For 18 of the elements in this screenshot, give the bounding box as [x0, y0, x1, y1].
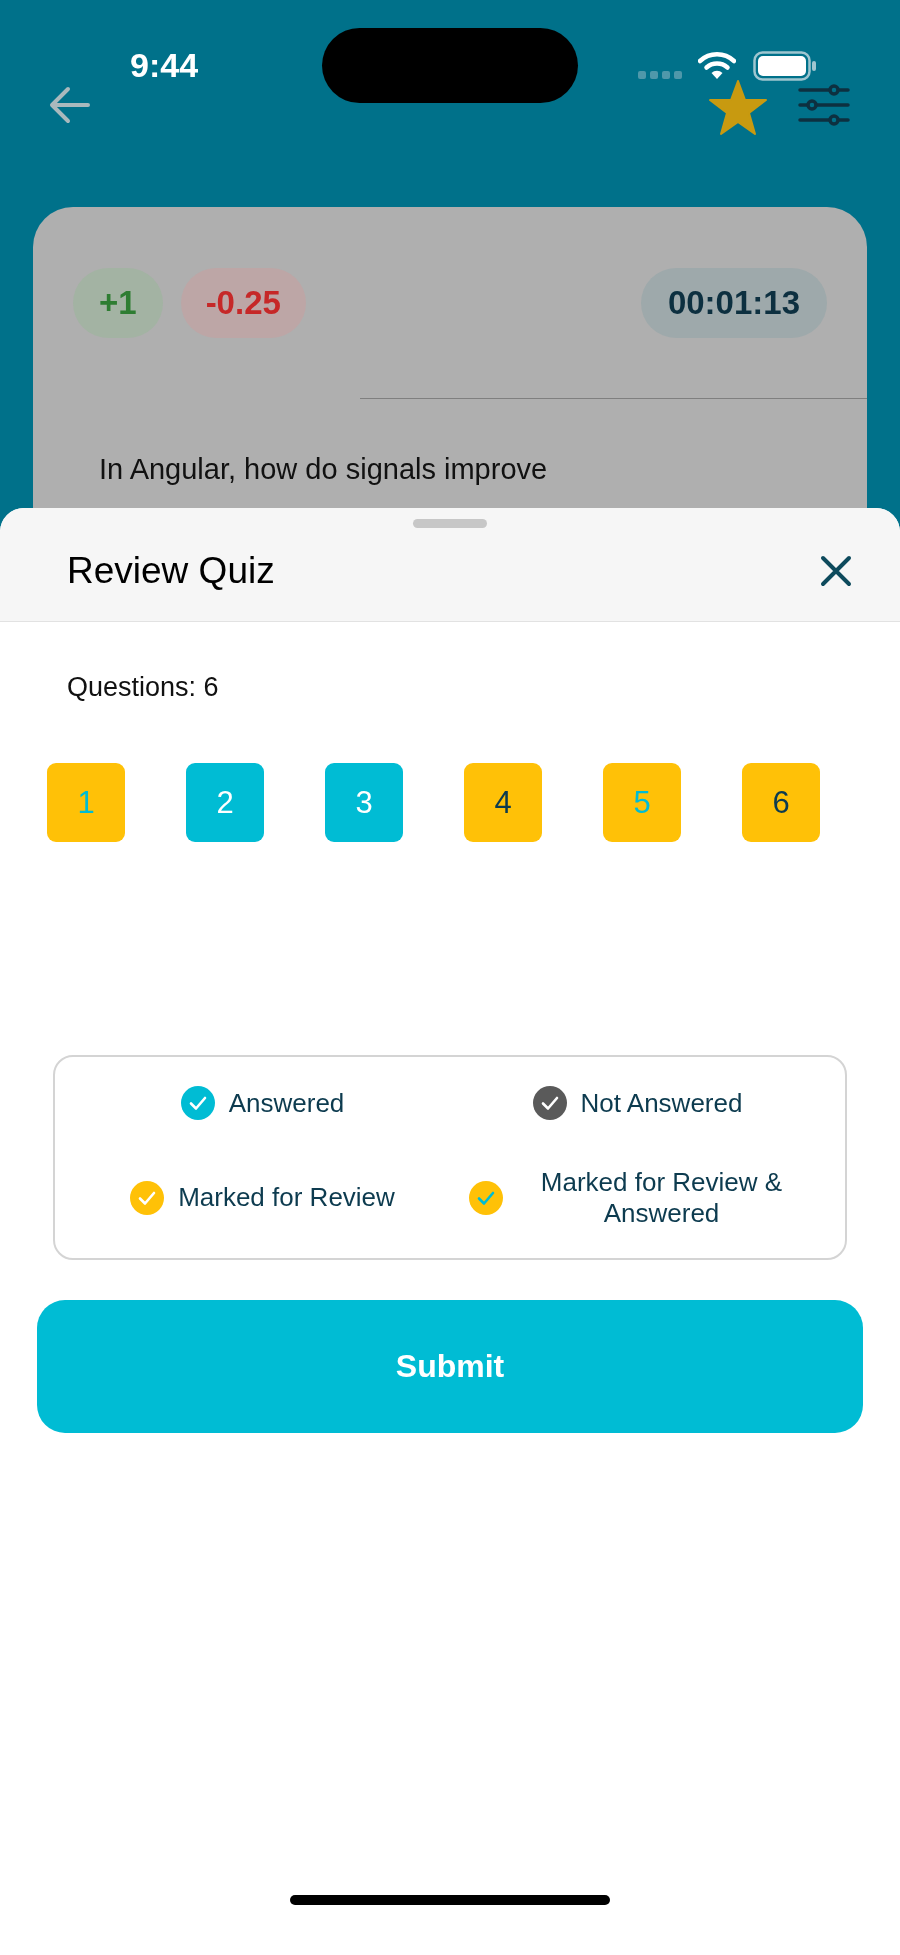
legend-label: Not Answered — [580, 1087, 743, 1119]
timer-badge: 00:01:13 — [640, 268, 827, 338]
submit-button[interactable]: Submit — [37, 1300, 863, 1433]
question-number-button[interactable]: 2 — [186, 763, 264, 842]
legend-label: Answered — [228, 1087, 345, 1119]
question-number-button[interactable]: 5 — [603, 763, 681, 842]
question-number-button[interactable]: 1 — [47, 763, 125, 842]
questions-count: Questions: 6 — [67, 672, 220, 703]
question-text: In Angular, how do signals improve — [99, 453, 549, 486]
question-number-button[interactable]: 6 — [742, 763, 820, 842]
negative-marks-badge: -0.25 — [180, 268, 306, 338]
status-time: 9:44 — [130, 46, 199, 85]
question-number-button[interactable]: 4 — [464, 763, 542, 842]
sheet-title: Review Quiz — [67, 548, 276, 592]
legend-label: Marked for Review — [178, 1182, 395, 1214]
question-number-button[interactable]: 3 — [325, 763, 403, 842]
correct-marks-badge: +1 — [73, 268, 163, 338]
legend-label: Marked for Review & Answered — [539, 1166, 784, 1229]
